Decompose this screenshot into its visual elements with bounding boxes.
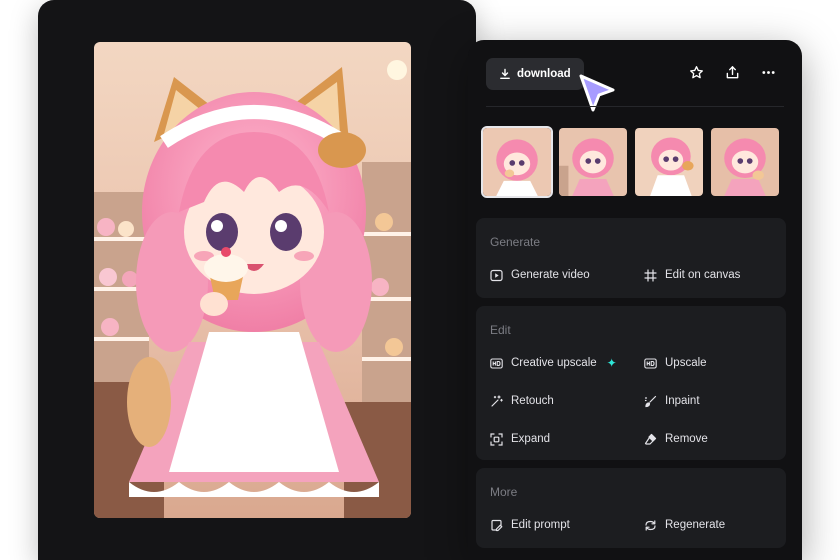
thumbnail-2[interactable]	[557, 126, 629, 198]
expand-label: Expand	[511, 433, 551, 445]
inpaint-button[interactable]: Inpaint	[644, 392, 700, 410]
panel-toolbar: download	[468, 40, 802, 112]
edit-prompt-label: Edit prompt	[511, 519, 570, 531]
download-label: download	[517, 68, 571, 80]
image-actions-panel: download Generate Generate video Edit on…	[468, 40, 802, 560]
favorite-button[interactable]	[688, 64, 704, 80]
hd-icon	[644, 357, 657, 369]
toolbar-icons	[688, 64, 776, 80]
edit-section: Edit Creative upscale ✦ Upscale Retouch …	[476, 306, 786, 460]
more-icon	[761, 70, 775, 74]
video-play-icon	[490, 269, 503, 281]
regenerate-button[interactable]: Regenerate	[644, 516, 725, 534]
brush-icon	[644, 395, 657, 407]
edit-on-canvas-button[interactable]: Edit on canvas	[644, 266, 740, 284]
generated-image[interactable]	[94, 42, 411, 518]
download-icon	[500, 68, 510, 79]
sparkle-icon: ✦	[606, 356, 617, 370]
edit-prompt-icon	[491, 519, 503, 531]
regenerate-icon	[645, 519, 656, 531]
pointer-cursor-icon	[579, 74, 615, 112]
upscale-label: Upscale	[665, 357, 707, 369]
more-section-title: More	[490, 485, 518, 499]
eraser-icon	[644, 433, 657, 445]
thumbnail-1[interactable]	[481, 126, 553, 198]
share-icon	[726, 65, 738, 78]
thumbnail-4[interactable]	[709, 126, 781, 198]
inpaint-label: Inpaint	[665, 395, 700, 407]
generate-video-label: Generate video	[511, 269, 590, 281]
creative-upscale-label: Creative upscale	[511, 357, 597, 369]
canvas-frame-icon	[644, 268, 657, 282]
thumbnail-3[interactable]	[633, 126, 705, 198]
regenerate-label: Regenerate	[665, 519, 726, 531]
share-button[interactable]	[724, 64, 740, 80]
remove-button[interactable]: Remove	[644, 430, 708, 448]
download-button[interactable]: download	[486, 58, 584, 90]
retouch-label: Retouch	[511, 395, 554, 407]
edit-section-title: Edit	[490, 323, 511, 337]
expand-icon	[490, 432, 503, 446]
edit-prompt-button[interactable]: Edit prompt	[490, 516, 570, 534]
upscale-button[interactable]: Upscale	[644, 354, 707, 372]
generate-video-button[interactable]: Generate video	[490, 266, 590, 284]
creative-upscale-button[interactable]: Creative upscale ✦	[490, 354, 617, 372]
expand-button[interactable]: Expand	[490, 430, 550, 448]
star-icon	[689, 65, 703, 78]
generate-section-title: Generate	[490, 235, 541, 249]
image-preview-card	[38, 0, 476, 560]
magic-wand-icon	[491, 394, 503, 407]
more-section: More Edit prompt Regenerate	[476, 468, 786, 548]
remove-label: Remove	[665, 433, 708, 445]
variation-thumbnails	[481, 126, 781, 198]
toolbar-divider	[486, 106, 784, 107]
hd-upscale-icon	[490, 357, 503, 369]
generate-section: Generate Generate video Edit on canvas	[476, 218, 786, 298]
more-options-button[interactable]	[760, 64, 776, 80]
edit-on-canvas-label: Edit on canvas	[665, 269, 741, 281]
retouch-button[interactable]: Retouch	[490, 392, 554, 410]
